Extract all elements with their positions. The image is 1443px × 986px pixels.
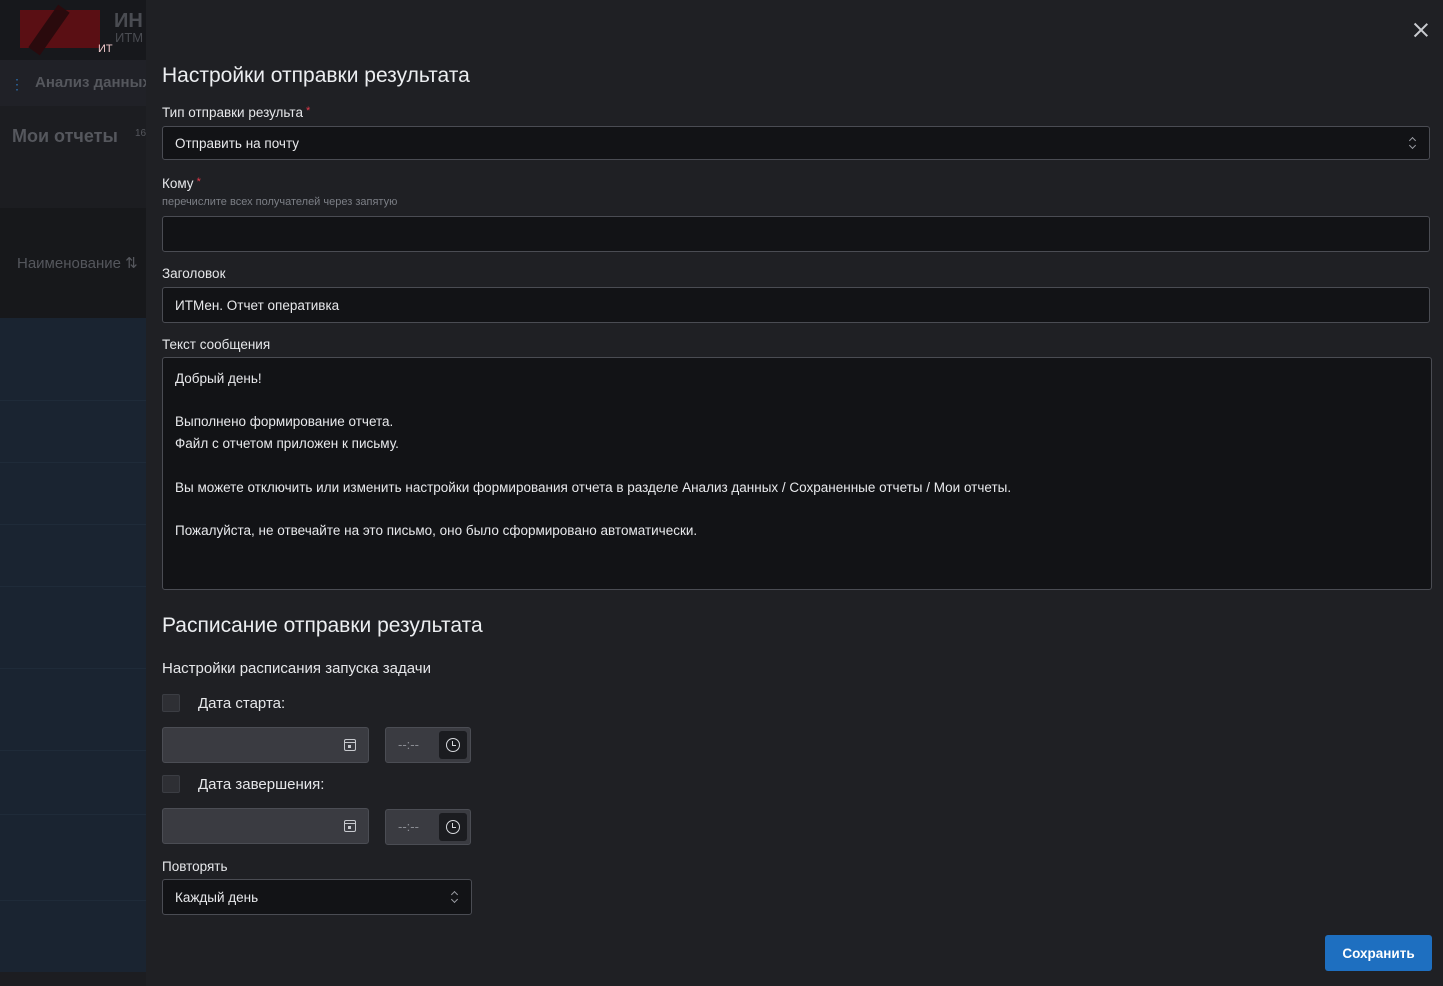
clock-icon <box>446 820 460 834</box>
sort-icon[interactable]: ⇅ <box>125 255 138 272</box>
end-time-button[interactable] <box>439 813 467 841</box>
chevron-updown-icon <box>1409 137 1417 149</box>
start-date-label: Дата старта: <box>198 694 286 712</box>
end-time-input[interactable]: --:-- <box>385 809 471 845</box>
to-hint: перечислите всех получателей через запят… <box>162 196 398 208</box>
end-date-row: Дата завершения: <box>162 775 324 793</box>
close-icon[interactable] <box>1411 20 1431 40</box>
to-label: Кому * <box>162 176 201 191</box>
breadcrumb: ⋮ Анализ данных <box>0 60 146 106</box>
required-mark: * <box>305 105 311 117</box>
clock-icon <box>446 738 460 752</box>
end-date-label: Дата завершения: <box>198 775 325 793</box>
app-logo: ИТ <box>20 4 113 56</box>
send-type-label: Тип отправки результа * <box>162 105 311 120</box>
required-mark: * <box>196 176 201 188</box>
start-date-input[interactable] <box>162 727 369 763</box>
repeat-label: Повторять <box>162 859 228 874</box>
message-label: Текст сообщения <box>162 337 271 352</box>
calendar-icon[interactable] <box>344 820 356 832</box>
reports-table <box>0 318 146 972</box>
logo-badge: ИТ <box>98 43 113 55</box>
subject-label: Заголовок <box>162 266 226 281</box>
send-type-select[interactable]: Отправить на почту <box>162 126 1430 160</box>
count-badge: 16 <box>135 128 146 139</box>
page-title: Мои отчеты <box>12 126 118 146</box>
schedule-title: Расписание отправки результата <box>162 614 483 637</box>
send-settings-drawer: Настройки отправки результата Тип отправ… <box>146 0 1443 986</box>
menu-dots-icon[interactable]: ⋮ <box>10 76 24 93</box>
save-button[interactable]: Сохранить <box>1325 935 1432 971</box>
schedule-subtitle: Настройки расписания запуска задачи <box>162 660 431 677</box>
end-time-placeholder: --:-- <box>398 819 419 834</box>
start-date-row: Дата старта: <box>162 694 285 712</box>
send-type-value: Отправить на почту <box>175 136 300 151</box>
dialog-title: Настройки отправки результата <box>162 64 470 87</box>
logo-subtext: ИТМ <box>115 30 144 45</box>
start-time-button[interactable] <box>439 731 467 759</box>
chevron-updown-icon <box>451 891 459 903</box>
repeat-value: Каждый день <box>175 890 259 905</box>
start-time-placeholder: --:-- <box>398 737 419 752</box>
breadcrumb-item[interactable]: Анализ данных <box>35 74 146 91</box>
subject-input[interactable]: ИТМен. Отчет оперативка <box>162 287 1430 323</box>
message-textarea[interactable]: Добрый день! Выполнено формирование отче… <box>162 357 1432 590</box>
column-header-name[interactable]: Наименование ⇅ <box>17 254 138 272</box>
to-input[interactable] <box>162 216 1430 252</box>
start-time-input[interactable]: --:-- <box>385 727 471 763</box>
background-app: ИТ ИН ИТМ ⋮ Анализ данных Мои отчеты 16 … <box>0 0 146 986</box>
app-header: ИТ ИН ИТМ <box>0 0 146 60</box>
start-date-checkbox[interactable] <box>162 694 180 712</box>
repeat-select[interactable]: Каждый день <box>162 879 472 915</box>
end-date-checkbox[interactable] <box>162 775 180 793</box>
calendar-icon[interactable] <box>344 739 356 751</box>
end-date-input[interactable] <box>162 808 369 844</box>
